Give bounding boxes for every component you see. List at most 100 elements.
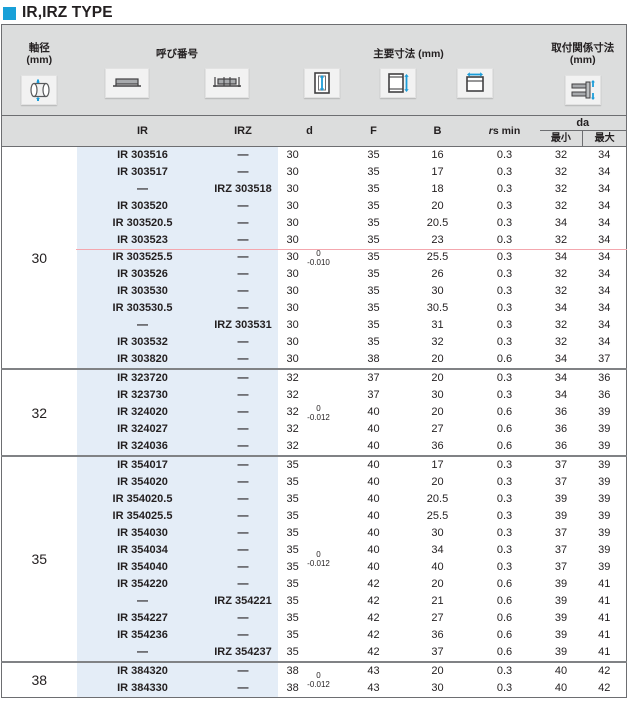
cell-b: 25.5 <box>426 510 449 522</box>
cell-d: 35 <box>286 646 299 658</box>
cell-da_min: 39 <box>554 629 568 641</box>
cell-ir: IR 354030 <box>117 527 168 539</box>
cell-d: 35 <box>286 510 299 522</box>
da-max-column: 42 42 <box>582 663 627 698</box>
cell-ir: IR 324036 <box>117 440 168 452</box>
header-top-row: 軸径 (mm) 呼び番号 主要寸法 (mm) 取付関係寸法 (mm) <box>1 24 627 116</box>
cell-da_min: 37 <box>554 544 568 556</box>
cell-da_max: 34 <box>598 234 611 246</box>
cell-b: 27 <box>431 612 444 624</box>
designation-ir-column: IR 354017 IR 354020 IR 354020.5 IR 354025.5… <box>76 457 209 662</box>
cell-da_max: 34 <box>598 200 611 212</box>
cell-da_min: 32 <box>554 285 568 297</box>
cell-b: 21 <box>431 595 444 607</box>
cell-irz: — <box>237 459 249 471</box>
cell-da_min: 32 <box>554 319 568 331</box>
cell-da_max: 34 <box>598 302 611 314</box>
designation-irz-column: — — — — — — — — IRZ 354221 — — IRZ 354237 <box>208 457 278 662</box>
table-body: 30 IR 303516 IR 303517 — IR 303520 IR 303520.… <box>0 147 627 698</box>
cell-da_min: 40 <box>554 682 568 694</box>
da-min-column: 34 34 36 36 36 <box>539 370 583 456</box>
cell-d: 35 <box>286 459 299 471</box>
cell-rs: 0.3 <box>496 510 513 522</box>
cell-da_min: 32 <box>554 166 568 178</box>
header-da-min: 最小 <box>540 131 584 146</box>
cell-d: 30 <box>286 234 299 246</box>
cell-b: 36 <box>431 629 444 641</box>
header-shaft-spacer <box>1 115 77 147</box>
cell-ir: — <box>137 183 148 195</box>
cell-rs: 0.3 <box>496 183 513 195</box>
cell-da_min: 40 <box>554 665 568 677</box>
cell-ir: IR 354040 <box>117 561 168 573</box>
cell-ir: IR 354236 <box>117 629 168 641</box>
cell-f: 42 <box>367 629 380 641</box>
cell-da_min: 32 <box>554 183 568 195</box>
cell-da_max: 34 <box>598 217 611 229</box>
cell-rs: 0.6 <box>496 353 513 365</box>
designation-irz-column: — — IRZ 303518 — — — — — — — IRZ 303531 — — <box>208 147 278 369</box>
cell-b: 40 <box>431 561 444 573</box>
cell-ir: IR 384320 <box>117 665 168 677</box>
cell-da_min: 32 <box>554 268 568 280</box>
cell-rs: 0.3 <box>496 493 513 505</box>
cell-ir: IR 303820 <box>117 353 168 365</box>
cell-irz: — <box>237 336 249 348</box>
cell-rs: 0.6 <box>496 612 513 624</box>
cell-da_max: 34 <box>598 319 611 331</box>
cell-da_min: 34 <box>554 372 568 384</box>
cell-ir: IR 354017 <box>117 459 168 471</box>
cell-d: 30 <box>286 302 299 314</box>
cell-b: 16 <box>431 149 444 161</box>
cell-d: 32 <box>286 423 299 435</box>
cell-da_max: 34 <box>598 183 611 195</box>
cell-rs: 0.6 <box>496 440 513 452</box>
cell-f: 42 <box>367 595 380 607</box>
dimension-b-column: 20 30 20 27 36 <box>405 370 470 456</box>
cell-b: 20 <box>431 353 444 365</box>
cell-d: 30 <box>286 353 299 365</box>
cell-da_max: 41 <box>598 646 611 658</box>
cell-f: 35 <box>367 149 380 161</box>
cell-d: 30 <box>286 336 299 348</box>
cell-b: 34 <box>431 544 444 556</box>
cell-ir: — <box>137 595 148 607</box>
header-mounting-group: 取付関係寸法 (mm) <box>539 24 627 116</box>
cell-irz: — <box>237 682 249 694</box>
cell-da_max: 39 <box>598 544 611 556</box>
cell-irz: — <box>237 493 249 505</box>
cell-da_min: 37 <box>554 476 568 488</box>
cell-d: 30 <box>286 268 299 280</box>
tolerance-value: 0 -0.012 <box>307 404 330 422</box>
cell-rs: 0.6 <box>496 423 513 435</box>
cell-da_max: 39 <box>598 527 611 539</box>
cell-da_max: 39 <box>598 476 611 488</box>
shaft-block-30: 30 IR 303516 IR 303517 — IR 303520 IR 303520.… <box>1 147 627 370</box>
cell-irz: — <box>237 561 249 573</box>
cell-rs: 0.6 <box>496 595 513 607</box>
rs-min-column: 0.3 0.3 0.3 0.3 0.3 0.3 0.3 0.6 0.6 0.6 0.6 0.6 <box>469 457 540 662</box>
cell-d: 35 <box>286 629 299 641</box>
page-title-text: IR,IRZ TYPE <box>22 4 113 21</box>
cell-f: 35 <box>367 217 380 229</box>
dimension-b-icon <box>457 68 494 99</box>
cell-irz: — <box>237 578 249 590</box>
cell-da_min: 32 <box>554 200 568 212</box>
cell-da_min: 34 <box>554 389 568 401</box>
cell-rs: 0.3 <box>496 682 513 694</box>
designation-irz-column: — — — — — <box>208 370 278 456</box>
cell-da_min: 37 <box>554 527 568 539</box>
cell-da_min: 32 <box>554 336 568 348</box>
cell-da_max: 39 <box>598 493 611 505</box>
cell-da_max: 39 <box>598 561 611 573</box>
dimension-b-column: 17 20 20.5 25.5 30 34 40 20 21 27 36 37 <box>405 457 470 662</box>
cell-ir: IR 323720 <box>117 372 168 384</box>
cell-ir: IR 303525.5 <box>112 251 173 263</box>
header-designation-group: 呼び番号 <box>76 24 278 116</box>
cell-rs: 0.3 <box>496 200 513 212</box>
cell-irz: — <box>237 527 249 539</box>
cell-irz: — <box>237 423 249 435</box>
cell-da_min: 32 <box>554 234 568 246</box>
dimension-f-column: 43 43 <box>341 663 406 698</box>
cell-d: 30 <box>286 183 299 195</box>
